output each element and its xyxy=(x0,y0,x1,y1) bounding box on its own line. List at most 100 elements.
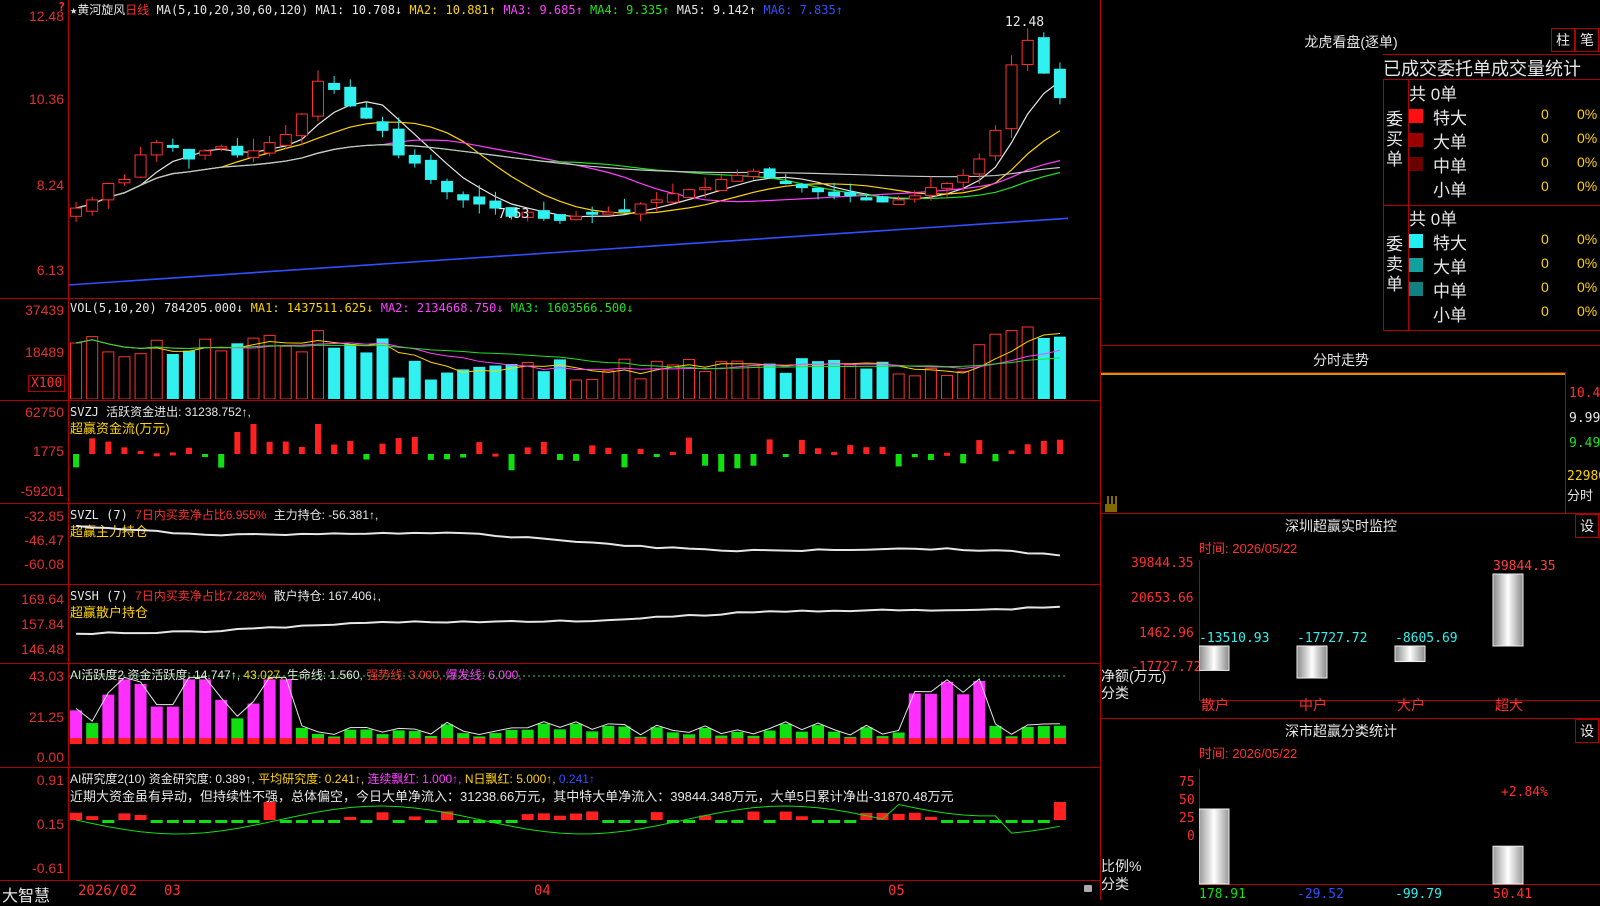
research-bar xyxy=(279,820,292,823)
svzj-bar xyxy=(508,454,515,471)
high-price-mark: 12.48 xyxy=(1005,15,1045,30)
volume-bar xyxy=(844,364,857,399)
candle-body xyxy=(166,144,179,148)
research-bar xyxy=(215,820,228,823)
candle-body xyxy=(908,195,921,200)
row-count: 0 xyxy=(1541,279,1549,295)
activity-base-mark xyxy=(473,738,486,744)
candle-body xyxy=(360,107,373,119)
candle-body xyxy=(1053,68,1066,99)
candle-body xyxy=(86,199,99,212)
svsh-panel[interactable]: SVSH (7) 7日内买卖净占比7.282% 散户持仓: 167.406↓, … xyxy=(0,585,1100,664)
fenshi-tick: 10.49 xyxy=(1569,386,1600,401)
svzj-bar xyxy=(234,432,241,454)
y-tick: 62750 xyxy=(25,404,64,420)
volume-bar xyxy=(86,336,99,399)
svzl-panel[interactable]: SVZL (7) 7日内买卖净占比6.955% 主力持仓: -56.381↑, … xyxy=(0,504,1100,585)
monitor-bar xyxy=(1492,573,1524,647)
buy-row-xl[interactable]: 特大 0 0% xyxy=(1409,104,1600,128)
activity-base-mark xyxy=(102,738,115,744)
row-count: 0 xyxy=(1541,255,1549,271)
buy-row-m[interactable]: 中单 0 0% xyxy=(1409,152,1600,176)
candle-body xyxy=(1021,39,1034,66)
y-tick: 50 xyxy=(1179,793,1195,808)
svzj-bar xyxy=(137,451,144,455)
sz-monitor-settings-button[interactable]: 设 xyxy=(1575,514,1599,538)
svzj-bar xyxy=(476,442,483,454)
y-tick: 12.48 xyxy=(28,8,64,24)
candle-body xyxy=(650,199,663,203)
lock-icon[interactable] xyxy=(1084,885,1092,892)
kline-chart[interactable] xyxy=(68,14,1098,294)
buy-row-s[interactable]: 小单 0 0% xyxy=(1409,176,1600,200)
x-date-label: 05 xyxy=(888,883,905,899)
activity-base-mark xyxy=(457,738,470,744)
activity-base-mark xyxy=(908,738,921,744)
longhu-tab-bar[interactable]: 已成交委托单成交量统计 xyxy=(1383,54,1600,80)
svzj-bar xyxy=(218,454,225,468)
candle-body xyxy=(199,150,212,156)
volume-chart xyxy=(70,326,1066,399)
sell-row-xl[interactable]: 特大 0 0% xyxy=(1409,229,1600,253)
sell-row-s[interactable]: 小单 0 0% xyxy=(1409,301,1600,325)
volume-bar xyxy=(763,363,776,399)
buy-side-label: 委买单 xyxy=(1386,110,1403,169)
sz-class-panel[interactable]: 深市超赢分类统计 设 时间: 2026/05/22 75 50 25 0 比例%… xyxy=(1101,718,1600,901)
activity-base-mark xyxy=(731,738,744,744)
tick-view-button[interactable]: 笔 xyxy=(1575,28,1599,52)
low-price-mark: 7.53 xyxy=(498,207,530,222)
row-label: 小单 xyxy=(1433,306,1467,325)
kline-panel[interactable]: ★黄河旋风日线 MA(5,10,20,30,60,120) MA1: 10.70… xyxy=(0,0,1100,299)
sell-row-l[interactable]: 大单 0 0% xyxy=(1409,253,1600,277)
class-value-label: -29.52 xyxy=(1297,887,1344,901)
row-pct: 0% xyxy=(1577,255,1598,271)
sell-row-m[interactable]: 中单 0 0% xyxy=(1409,277,1600,301)
volume-bar xyxy=(989,333,1002,399)
y-tick: 0.00 xyxy=(36,749,64,765)
y-tick: 146.48 xyxy=(21,641,64,657)
volume-bar xyxy=(1053,336,1066,399)
row-pct: 0% xyxy=(1577,231,1598,247)
candle-body xyxy=(473,196,486,205)
sz-class-unit: 比例% xyxy=(1101,858,1142,874)
sz-class-settings-button[interactable]: 设 xyxy=(1575,719,1599,743)
volume-bar xyxy=(779,372,792,399)
research-bar xyxy=(150,820,163,823)
research-bar xyxy=(586,811,599,820)
volume-panel[interactable]: VOL(5,10,20) 784205.000↓ MA1: 1437511.62… xyxy=(0,299,1100,401)
ai-activity-panel[interactable]: AI活跃度2 资金活跃度: 14.747↑, 43.027, 生命线: 1.56… xyxy=(0,664,1100,768)
y-tick: 21.25 xyxy=(28,709,64,725)
research-bar xyxy=(199,820,212,823)
research-bar xyxy=(521,814,534,820)
activity-base-mark xyxy=(715,738,728,744)
activity-base-mark xyxy=(650,738,663,744)
bar-view-button[interactable]: 柱 xyxy=(1551,28,1575,52)
ai-research-panel[interactable]: AI研究度2(10) 资金研究度: 0.389↑, 平均研究度: 0.241↑,… xyxy=(0,768,1100,880)
svzj-bar xyxy=(927,454,934,460)
candle-body xyxy=(876,196,889,203)
y-tick: 169.64 xyxy=(21,591,64,607)
research-bar xyxy=(457,820,470,823)
research-bar xyxy=(553,815,566,820)
fenshi-panel[interactable]: 分时走势 10.49 9.99 9.49 22986 分时 xyxy=(1101,345,1600,514)
y-tick: 10.36 xyxy=(28,91,64,107)
buy-row-l[interactable]: 大单 0 0% xyxy=(1409,128,1600,152)
svzj-bar xyxy=(1024,444,1031,454)
candle-body xyxy=(699,187,712,191)
volume-bar xyxy=(586,378,599,399)
volume-bar xyxy=(231,343,244,399)
research-bar xyxy=(537,813,550,820)
candle-body xyxy=(118,178,131,184)
volume-bar xyxy=(941,374,954,399)
activity-base-mark xyxy=(489,738,502,744)
y-tick: 6.13 xyxy=(36,262,64,278)
activity-base-mark xyxy=(263,738,276,744)
vol-unit-badge[interactable]: X100 xyxy=(28,375,66,392)
class-value-label: 178.91 xyxy=(1199,887,1246,901)
svzj-bar xyxy=(444,454,451,460)
sz-monitor-panel[interactable]: 深圳超赢实时监控 设 时间: 2026/05/22 39844.35 20653… xyxy=(1101,513,1600,719)
research-bar xyxy=(247,820,260,823)
volume-bar xyxy=(408,360,421,399)
svzj-panel[interactable]: SVZJ 活跃资金进出: 31238.752↑, 超赢资金流(万元) 62750… xyxy=(0,401,1100,504)
activity-base-mark xyxy=(699,738,712,744)
